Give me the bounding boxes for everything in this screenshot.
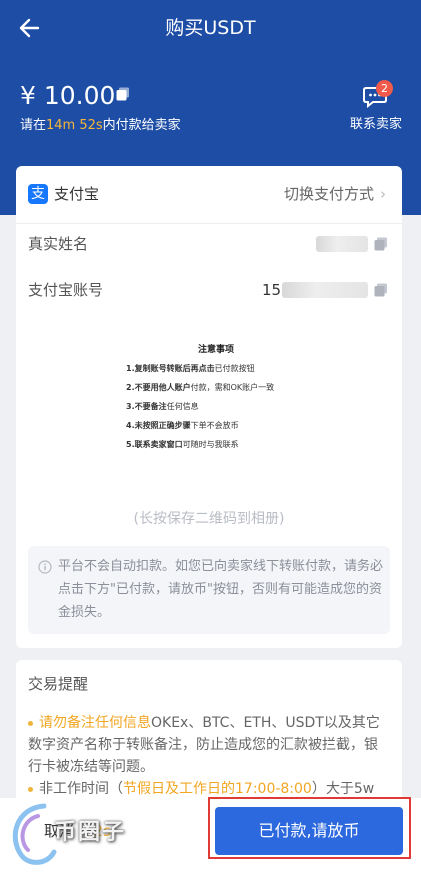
switch-payment-method[interactable]: 切换支付方式 ›: [284, 184, 386, 204]
info-icon: [38, 560, 52, 574]
order-amount: ¥ 10.00: [20, 81, 116, 110]
switch-payment-label: 切换支付方式: [283, 185, 374, 203]
payment-method-row[interactable]: 支 支付宝 切换支付方式 ›: [16, 166, 402, 224]
payment-countdown: 请在14m 52s内付款给卖家: [20, 117, 181, 135]
real-name-label: 真实姓名: [28, 235, 89, 253]
notice-item: 1.复制账号转账后再点击已付款按钮: [126, 364, 255, 373]
warning-box: 平台不会自动扣款。如您已向卖家线下转账付款，请务必点击下方"已付款，请放币"按钮…: [28, 546, 390, 634]
contact-seller-label: 联系卖家: [349, 117, 402, 132]
page-title: 购买USDT: [165, 17, 256, 39]
account-label: 支付宝账号: [28, 281, 104, 299]
countdown-suffix: 内付款给卖家: [102, 118, 181, 133]
payment-method-name: 支付宝: [54, 185, 100, 203]
chevron-right-icon: ›: [380, 185, 386, 203]
watermark-logo: 币圈子: [4, 798, 154, 868]
notice-item: 5.联系卖家窗口可随时与我联系: [126, 440, 239, 449]
copy-account-icon[interactable]: [374, 283, 388, 297]
notice-item: 3.不要备注任何信息: [126, 402, 199, 411]
warning-text: 平台不会自动扣款。如您已向卖家线下转账付款，请务必点击下方"已付款，请放币"按钮…: [58, 559, 384, 620]
reminder-title: 交易提醒: [28, 675, 89, 693]
bullet-icon: [28, 720, 33, 726]
unread-badge: 2: [376, 80, 393, 97]
watermark-text: 币圈子: [54, 820, 127, 845]
alipay-icon: 支: [28, 184, 48, 204]
account-value: 15: [262, 281, 282, 299]
payment-card: 支 支付宝 切换支付方式 › 真实姓名 支付宝账号 15 注意事项 1.复制账号转…: [16, 166, 402, 648]
real-name-redacted: [316, 236, 368, 252]
countdown-value: 14m 52s: [46, 118, 103, 133]
highlight-annotation-frame: [208, 797, 411, 859]
copy-amount-icon[interactable]: [116, 87, 130, 101]
reminder-highlight: 请勿备注任何信息: [39, 715, 151, 731]
qr-save-hint[interactable]: (长按保存二维码到相册): [16, 508, 402, 528]
countdown-prefix: 请在: [20, 118, 47, 133]
notice-title: 注意事项: [197, 345, 234, 355]
copy-name-icon[interactable]: [374, 237, 388, 251]
notice-item: 2.不要用他人账户付款，需和OK账户一致: [126, 383, 275, 392]
bullet-icon: [28, 786, 33, 792]
notice-item: 4.未按照正确步骤下单不会放币: [126, 421, 239, 430]
reminder-item: 请勿备注任何信息OKEx、BTC、ETH、USDT以及其它数字资产名称于转账备注…: [28, 712, 390, 778]
account-redacted: [282, 282, 368, 298]
notice-image: 注意事项 1.复制账号转账后再点击已付款按钮 2.不要用他人账户付款，需和OK账…: [126, 342, 326, 458]
